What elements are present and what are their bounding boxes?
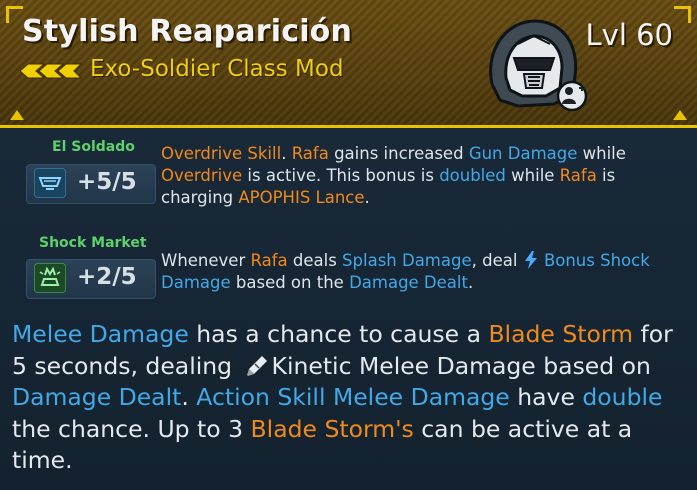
desc-keyword: Damage Dealt <box>349 273 468 292</box>
effect-text: . <box>181 383 197 411</box>
effect-text: based on <box>535 351 651 380</box>
shock-market-skill-icon <box>34 263 66 293</box>
desc-text: gains increased <box>328 144 469 163</box>
skill-points-box: +2/5 <box>26 259 156 299</box>
skill-name: El Soldado <box>52 139 135 155</box>
header-corner-top-left <box>6 6 23 23</box>
item-level: Lvl 60 <box>585 18 674 52</box>
desc-text: . <box>364 188 370 207</box>
desc-text: , deal <box>471 251 523 270</box>
desc-text: . <box>467 273 474 292</box>
effect-text: have <box>509 383 583 411</box>
desc-text: is active. This bonus is <box>242 166 440 185</box>
kinetic-damage-icon <box>246 355 267 376</box>
effect-text: the chance. Up to 3 <box>12 414 251 443</box>
el-soldado-skill-icon <box>34 168 66 198</box>
header-corner-marker-left <box>10 110 24 120</box>
desc-text: based on the <box>230 273 350 292</box>
effect-keyword: Damage Dealt <box>12 383 182 411</box>
desc-keyword: Splash Damage <box>342 251 472 270</box>
legendary-chevrons-icon <box>20 63 82 79</box>
desc-keyword: Overdrive Skill <box>161 144 282 163</box>
item-header: Stylish Reaparición Exo-Soldier Class Mo… <box>0 0 697 128</box>
skill-points: +2/5 <box>77 264 137 290</box>
item-name: Stylish Reaparición <box>22 14 353 49</box>
desc-text: . <box>281 144 292 163</box>
class-mod-effect: Melee Damage has a chance to cause a Bla… <box>12 319 688 477</box>
desc-keyword: APOPHIS Lance <box>238 188 365 207</box>
effect-keyword: Blade Storm <box>488 320 633 348</box>
desc-text: deals <box>287 251 343 270</box>
skill-row-shock-market: Shock Market +2/5 Whenever Rafa deals Sp… <box>0 235 697 309</box>
skill-description: Whenever Rafa deals Splash Damage, deal … <box>161 250 661 294</box>
item-type: Exo-Soldier Class Mod <box>90 56 344 82</box>
effect-keyword: Melee Damage <box>12 320 189 348</box>
desc-text: Whenever <box>161 251 251 270</box>
effect-text: has a chance to cause a <box>188 320 489 348</box>
skill-description: Overdrive Skill. Rafa gains increased Gu… <box>161 143 661 209</box>
desc-keyword: Rafa <box>250 251 288 270</box>
shock-lightning-icon <box>524 251 537 269</box>
desc-keyword: doubled <box>439 166 506 185</box>
desc-keyword: Gun Damage <box>468 144 578 163</box>
effect-keyword: Action Skill Melee Damage <box>196 383 510 411</box>
header-corner-top-right <box>674 6 691 23</box>
exo-soldier-helmet-icon <box>489 19 588 112</box>
skill-row-el-soldado: El Soldado +5/5 Overdrive Skill. Rafa ga… <box>0 139 697 213</box>
effect-keyword: Blade Storm's <box>250 414 414 443</box>
effect-keyword: double <box>582 383 663 411</box>
header-corner-marker-right <box>673 110 687 120</box>
skill-points: +5/5 <box>77 169 137 195</box>
item-card: Stylish Reaparición Exo-Soldier Class Mo… <box>0 0 697 490</box>
skill-name: Shock Market <box>39 235 147 251</box>
effect-text-kinetic: Kinetic Melee Damage <box>271 351 536 380</box>
desc-text: while <box>577 144 626 163</box>
desc-keyword: Rafa <box>291 144 329 163</box>
desc-keyword: Rafa <box>559 166 597 185</box>
desc-keyword: Overdrive <box>161 166 243 185</box>
skill-points-box: +5/5 <box>26 164 156 204</box>
desc-text: while <box>505 166 560 185</box>
